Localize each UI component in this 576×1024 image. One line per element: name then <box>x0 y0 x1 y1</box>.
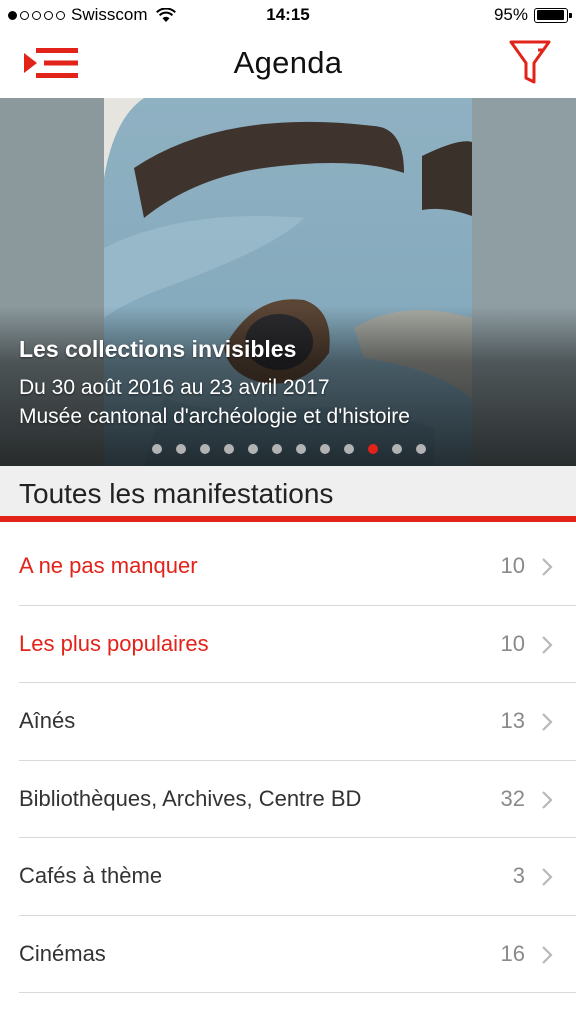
nav-bar: Agenda <box>0 32 576 98</box>
battery-icon <box>534 7 572 23</box>
section-title: Toutes les manifestations <box>19 478 334 509</box>
chevron-right-icon <box>542 635 553 654</box>
hero-title: Les collections invisibles <box>19 336 297 362</box>
chevron-right-icon <box>542 558 553 576</box>
filter-funnel-icon[interactable] <box>508 38 552 86</box>
category-count: 13 <box>500 708 525 733</box>
carousel-dot[interactable] <box>176 444 186 454</box>
status-time: 14:15 <box>266 5 310 24</box>
carousel-dot[interactable] <box>416 444 426 454</box>
category-count: 16 <box>500 940 525 966</box>
page-title: Agenda <box>233 45 343 80</box>
chevron-right-icon <box>542 790 553 809</box>
section-header: Toutes les manifestations <box>0 466 576 522</box>
carousel-dot[interactable] <box>320 444 330 454</box>
hero-caption: Les collections invisibles Du 30 août 20… <box>19 336 410 431</box>
carousel-dot-active[interactable] <box>368 444 378 454</box>
featured-carousel[interactable]: Les collections invisibles Du 30 août 20… <box>0 98 576 466</box>
category-count: 32 <box>500 785 525 811</box>
carousel-dot[interactable] <box>224 444 234 454</box>
status-right: 95% <box>493 5 572 25</box>
battery-percent: 95% <box>493 5 528 24</box>
carousel-dot[interactable] <box>392 444 402 454</box>
category-count: 10 <box>500 553 525 578</box>
category-count: 3 <box>512 863 525 888</box>
carousel-dot[interactable] <box>248 444 258 454</box>
category-list: A ne pas manquer 10 Les plus populaires 10 A… <box>0 528 576 993</box>
category-label: Cinémas <box>19 940 106 966</box>
category-row[interactable]: Bibliothèques, Archives, Centre BD 32 <box>0 761 576 839</box>
category-row[interactable]: Cinémas 16 <box>0 916 576 994</box>
carousel-dot[interactable] <box>200 444 210 454</box>
category-label: Bibliothèques, Archives, Centre BD <box>19 785 362 811</box>
carousel-dot[interactable] <box>344 444 354 454</box>
category-row[interactable]: Aînés 13 <box>0 683 576 761</box>
battery-fill <box>536 10 565 20</box>
carousel-dot[interactable] <box>152 444 162 454</box>
carousel-dot[interactable] <box>296 444 306 454</box>
carousel-page-indicator[interactable] <box>0 444 576 454</box>
carousel-dot[interactable] <box>272 444 282 454</box>
category-row[interactable]: Les plus populaires 10 <box>0 606 576 684</box>
chevron-right-icon <box>542 945 553 964</box>
hero-venue: Musée cantonal d'archéologie et d'histoi… <box>19 405 410 428</box>
category-label: Cafés à thème <box>19 863 163 888</box>
status-bar: Swisscom 14:15 95% <box>0 0 576 32</box>
category-row[interactable]: Cafés à thème 3 <box>0 838 576 916</box>
category-label: Les plus populaires <box>19 630 209 656</box>
category-count: 10 <box>500 630 525 656</box>
chevron-right-icon <box>542 713 553 731</box>
chevron-right-icon <box>542 868 553 886</box>
category-label: A ne pas manquer <box>19 553 198 578</box>
category-label: Aînés <box>19 708 76 733</box>
category-row[interactable]: A ne pas manquer 10 <box>0 528 576 606</box>
hero-dates: Du 30 août 2016 au 23 avril 2017 <box>19 376 330 399</box>
